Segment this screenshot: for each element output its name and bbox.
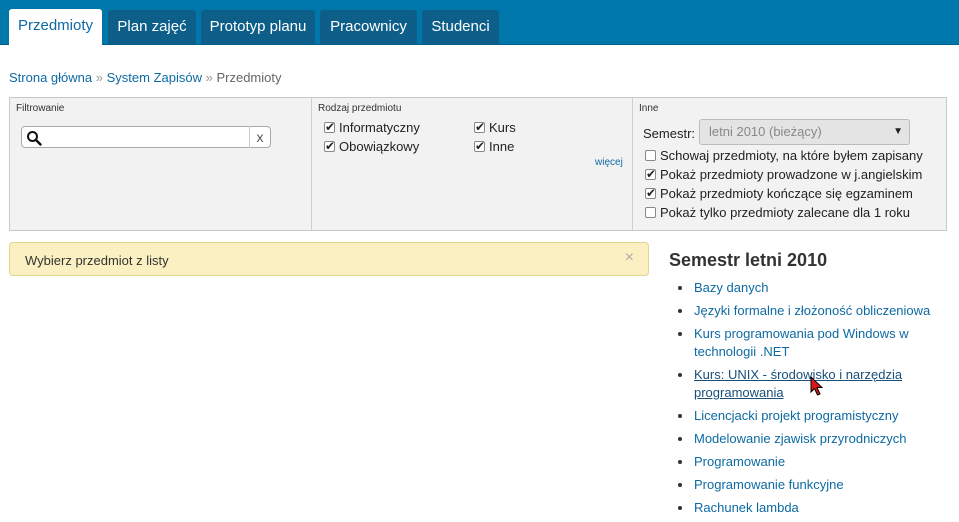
info-alert: Wybierz przedmiot z listy × — [9, 242, 649, 276]
list-item: Rachunek lambda — [676, 499, 946, 517]
more-link[interactable]: więcej — [595, 157, 623, 168]
list-item: Bazy danych — [676, 279, 946, 297]
list-item: Programowanie funkcyjne — [676, 476, 946, 494]
semester-heading: Semestr letni 2010 — [669, 250, 828, 270]
list-item: Licencjacki projekt programistyczny — [676, 407, 946, 425]
checkbox-checked-icon[interactable] — [474, 119, 485, 135]
breadcrumb-separator: » — [95, 70, 103, 85]
course-link[interactable]: Bazy danych — [694, 280, 768, 295]
dropdown-arrow-icon: ▼ — [893, 126, 903, 137]
search-box: x — [21, 126, 271, 148]
tab-prototyp-planu[interactable]: Prototyp planu — [201, 10, 315, 44]
tab-przedmioty[interactable]: Przedmioty — [9, 9, 102, 45]
checkbox-checked-icon[interactable] — [645, 185, 656, 201]
course-list: Bazy danych Języki formalne i złożoność … — [676, 279, 946, 522]
list-item: Modelowanie zjawisk przyrodniczych — [676, 430, 946, 448]
checkbox-label: Inne — [489, 139, 515, 154]
filter-column: Filtrowanie x — [10, 98, 311, 230]
semester-select[interactable]: letni 2010 (bieżący) ▼ — [699, 119, 910, 145]
checkbox-obowiazkowy[interactable]: Obowiązkowy — [324, 138, 420, 155]
option-first-year[interactable]: Pokaż tylko przedmioty zalecane dla 1 ro… — [645, 205, 910, 221]
course-link[interactable]: Rachunek lambda — [694, 500, 799, 515]
type-column: Rodzaj przedmiotu Informatyczny Kurs Obo… — [311, 98, 632, 230]
course-link[interactable]: Licencjacki projekt programistyczny — [694, 408, 898, 423]
filters-panel: Filtrowanie x Rodzaj przedmiotu Informat… — [9, 97, 947, 231]
checkbox-checked-icon[interactable] — [324, 119, 335, 135]
course-link[interactable]: Programowanie — [694, 454, 785, 469]
alert-text: Wybierz przedmiot z listy — [25, 253, 169, 268]
checkbox-inne[interactable]: Inne — [474, 138, 515, 155]
tab-pracownicy[interactable]: Pracownicy — [320, 10, 417, 44]
checkbox-checked-icon[interactable] — [645, 166, 656, 182]
list-item: Języki formalne i złożoność obliczeniowa — [676, 302, 946, 320]
course-link[interactable]: Kurs: UNIX - środowisko i narzędzia prog… — [694, 367, 902, 400]
search-icon — [27, 131, 42, 146]
semester-label: Semestr: — [643, 126, 696, 141]
semester-select-value: letni 2010 (bieżący) — [709, 124, 822, 139]
option-hide-enrolled[interactable]: Schowaj przedmioty, na które byłem zapis… — [645, 148, 923, 164]
top-nav: Przedmioty Plan zajęć Prototyp planu Pra… — [0, 0, 959, 45]
list-item: Programowanie — [676, 453, 946, 471]
close-icon[interactable]: × — [625, 249, 634, 267]
breadcrumb: Strona główna » System Zapisów » Przedmi… — [9, 70, 282, 85]
checkbox-label: Pokaż przedmioty kończące się egzaminem — [660, 186, 913, 201]
checkbox-informatyczny[interactable]: Informatyczny — [324, 119, 420, 136]
course-link[interactable]: Języki formalne i złożoność obliczeniowa — [694, 303, 930, 318]
list-item: Kurs programowania pod Windows w technol… — [676, 325, 946, 361]
breadcrumb-current: Przedmioty — [216, 70, 282, 85]
checkbox-label: Pokaż przedmioty prowadzone w j.angielsk… — [660, 167, 923, 182]
other-column: Inne Semestr: letni 2010 (bieżący) ▼ Sch… — [632, 98, 946, 230]
breadcrumb-separator: » — [205, 70, 213, 85]
checkbox-checked-icon[interactable] — [324, 138, 335, 154]
breadcrumb-home[interactable]: Strona główna — [9, 70, 92, 85]
mouse-cursor-icon — [810, 376, 824, 396]
checkbox-unchecked-icon[interactable] — [645, 150, 656, 161]
tab-plan-zajec[interactable]: Plan zajęć — [108, 10, 196, 44]
course-link[interactable]: Modelowanie zjawisk przyrodniczych — [694, 431, 906, 446]
tab-studenci[interactable]: Studenci — [422, 10, 499, 44]
other-title: Inne — [639, 103, 659, 114]
course-link[interactable]: Kurs programowania pod Windows w technol… — [694, 326, 909, 359]
checkbox-label: Informatyczny — [339, 120, 420, 135]
checkbox-label: Schowaj przedmioty, na które byłem zapis… — [660, 148, 923, 163]
option-english[interactable]: Pokaż przedmioty prowadzone w j.angielsk… — [645, 166, 923, 183]
checkbox-label: Pokaż tylko przedmioty zalecane dla 1 ro… — [660, 205, 911, 220]
search-input[interactable] — [45, 128, 245, 146]
type-title: Rodzaj przedmiotu — [318, 103, 402, 114]
clear-search-button[interactable]: x — [249, 126, 270, 148]
checkbox-label: Obowiązkowy — [339, 139, 420, 154]
checkbox-kurs[interactable]: Kurs — [474, 119, 516, 136]
option-exam[interactable]: Pokaż przedmioty kończące się egzaminem — [645, 185, 913, 202]
checkbox-label: Kurs — [489, 120, 516, 135]
course-link[interactable]: Programowanie funkcyjne — [694, 477, 844, 492]
checkbox-checked-icon[interactable] — [474, 138, 485, 154]
filter-title: Filtrowanie — [16, 103, 65, 114]
checkbox-unchecked-icon[interactable] — [645, 207, 656, 218]
breadcrumb-system-zapisow[interactable]: System Zapisów — [107, 70, 202, 85]
